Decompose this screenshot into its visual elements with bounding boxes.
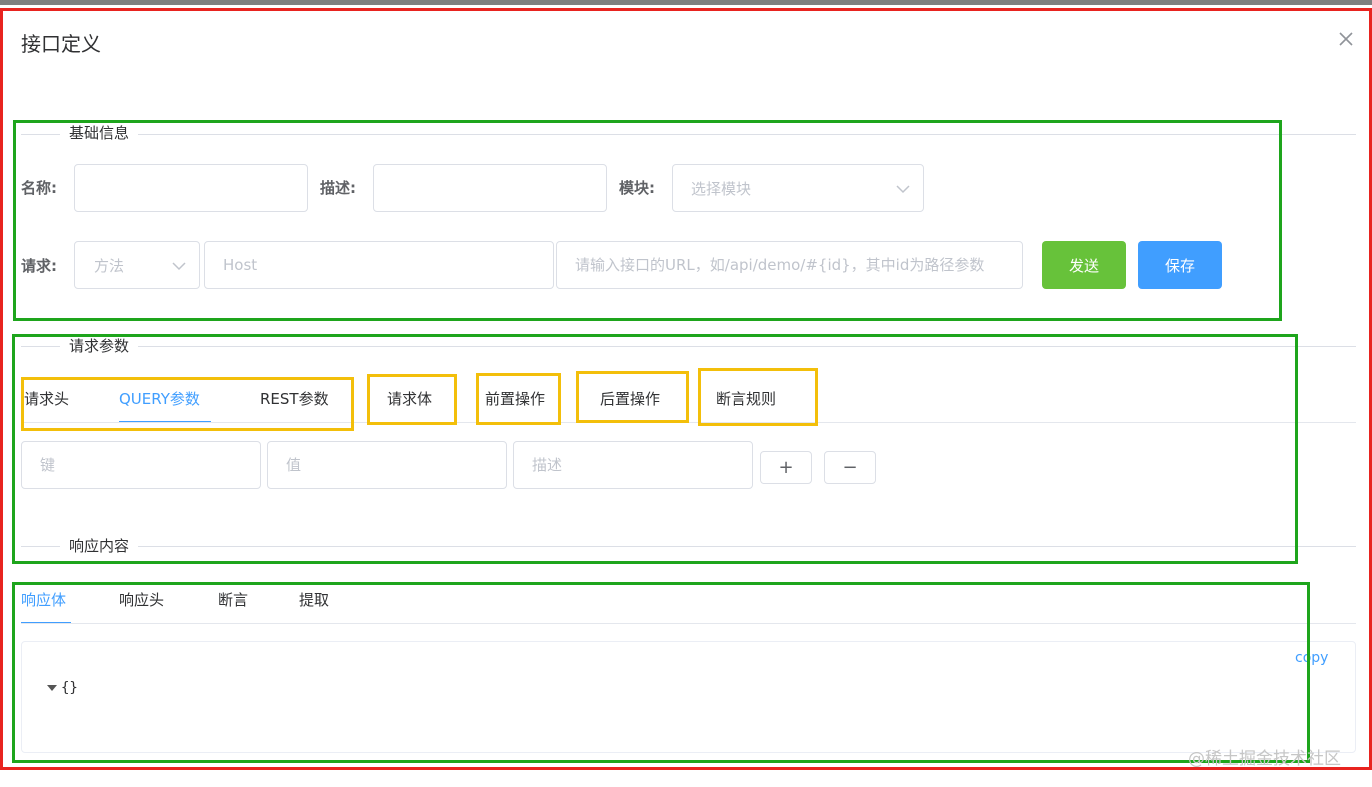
watermark: @稀土掘金技术社区 <box>1188 749 1341 769</box>
annotation-box-param-tabs <box>21 377 354 431</box>
annotation-box-post-tab <box>576 371 689 423</box>
annotation-box-basic-info <box>13 120 1282 321</box>
annotation-box-response <box>12 582 1310 763</box>
annotation-box-pre-tab <box>476 373 561 425</box>
annotation-box-request-params <box>12 334 1298 564</box>
annotation-box-body-tab <box>367 374 457 425</box>
annotation-box-assert-tab <box>698 368 818 426</box>
window-top-bar <box>0 0 1372 5</box>
